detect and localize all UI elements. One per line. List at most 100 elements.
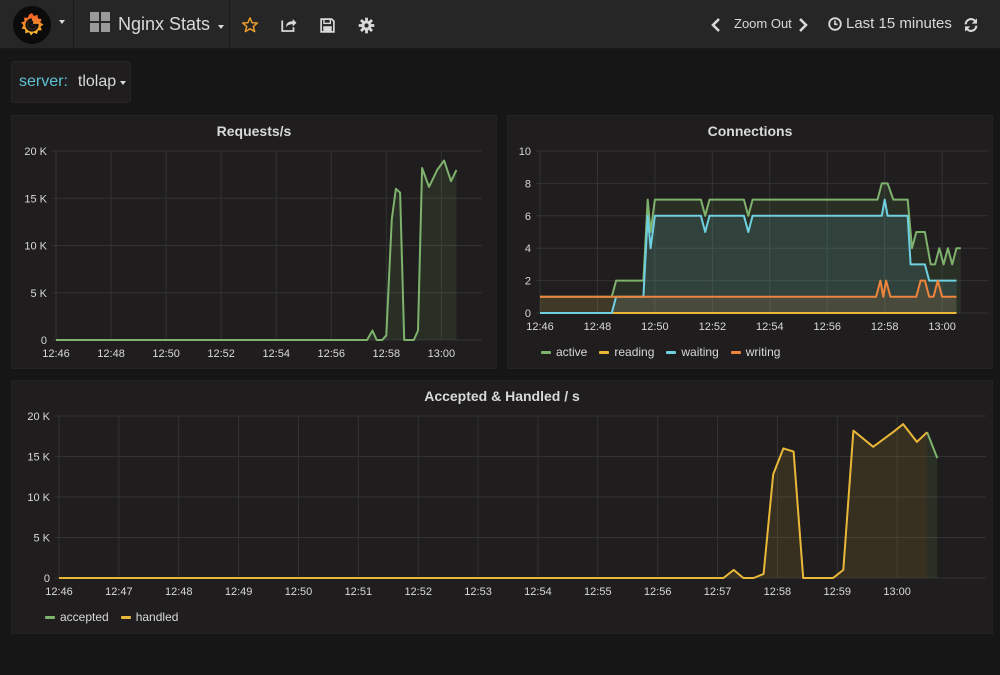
x-tick-label: 12:47 — [105, 586, 133, 598]
dashboard-grid-icon — [90, 12, 110, 37]
legend-swatch — [45, 615, 55, 619]
y-tick-label: 10 K — [27, 492, 50, 504]
y-tick-label: 5 K — [33, 533, 50, 545]
x-tick-label: 13:00 — [883, 586, 911, 598]
y-tick-label: 6 — [525, 211, 531, 223]
x-tick-label: 12:52 — [207, 348, 235, 360]
accepted-handled-chart: 0 5 K 10 K 15 K 20 K 12:46 12:47 12:48 12:49 12:5… — [27, 411, 986, 598]
x-tick-label: 12:58 — [764, 586, 792, 598]
legend-item-handled[interactable]: handled — [120, 610, 179, 624]
time-range-picker[interactable]: Last 15 minutes — [828, 15, 952, 32]
x-tick-label: 12:58 — [871, 321, 899, 333]
x-tick-label: 12:46 — [526, 321, 554, 333]
caret-down-icon — [218, 24, 225, 29]
y-tick-label: 0 — [525, 308, 531, 320]
series-area-requests — [56, 160, 457, 340]
caret-down-icon — [120, 81, 127, 85]
x-tick-label: 12:59 — [824, 586, 852, 598]
save-icon — [319, 17, 335, 33]
share-icon — [281, 19, 297, 32]
legend-label: active — [556, 345, 588, 359]
x-tick-label: 12:56 — [813, 321, 841, 333]
y-tick-label: 20 K — [24, 146, 47, 158]
dashboard-picker[interactable]: Nginx Stats — [76, 0, 230, 49]
x-tick-label: 12:57 — [704, 586, 732, 598]
connections-panel: Connections 0 2 4 6 8 10 12:46 12:48 12:50 12:52 1… — [507, 115, 993, 369]
settings-button[interactable] — [355, 14, 377, 36]
x-tick-label: 12:46 — [45, 586, 73, 598]
x-tick-label: 12:50 — [641, 321, 669, 333]
legend-label: handled — [135, 610, 179, 624]
x-tick-label: 13:00 — [428, 348, 456, 360]
legend-swatch — [120, 615, 131, 619]
legend-item-waiting[interactable]: waiting — [666, 345, 719, 359]
star-icon — [241, 17, 259, 33]
x-tick-label: 12:51 — [345, 586, 373, 598]
share-button[interactable] — [278, 14, 300, 36]
server-variable: server: tlolap — [11, 61, 131, 103]
x-tick-label: 12:48 — [97, 348, 125, 360]
y-tick-label: 8 — [525, 178, 531, 190]
legend-swatch — [730, 350, 741, 354]
x-tick-label: 12:52 — [404, 586, 432, 598]
x-tick-label: 12:55 — [584, 586, 612, 598]
connections-legend: active reading waiting writing — [541, 345, 792, 359]
y-tick-label: 10 K — [24, 241, 47, 253]
legend-item-accepted[interactable]: accepted — [45, 610, 109, 624]
y-tick-label: 2 — [525, 276, 531, 288]
refresh-button[interactable] — [960, 14, 982, 36]
accepted-handled-legend: accepted handled — [45, 610, 190, 624]
server-variable-select[interactable]: tlolap — [78, 73, 116, 91]
y-tick-label: 4 — [525, 243, 531, 255]
requests-chart: 0 5 K 10 K 15 K 20 K 12:46 12:48 12:50 12:52 12:5… — [24, 146, 482, 360]
legend-label: writing — [745, 345, 781, 359]
grafana-menu-button[interactable] — [0, 0, 74, 49]
x-tick-label: 12:56 — [644, 586, 672, 598]
accepted-handled-panel: Accepted & Handled / s 05 K 10 K 15 K 20 K1… — [11, 380, 993, 634]
y-tick-label: 15 K — [27, 452, 50, 464]
clock-icon — [828, 16, 842, 31]
grafana-logo-icon — [13, 5, 51, 44]
top-navbar: Nginx Stats Zoom Out Last 15 minutes — [0, 0, 1000, 49]
legend-swatch — [666, 350, 677, 354]
chevron-right-icon — [799, 18, 808, 32]
legend-label: accepted — [60, 610, 109, 624]
y-tick-label: 0 — [44, 573, 50, 585]
x-tick-label: 12:50 — [285, 586, 313, 598]
legend-item-writing[interactable]: writing — [730, 345, 781, 359]
save-button[interactable] — [316, 14, 338, 36]
time-range-label: Last 15 minutes — [846, 15, 952, 32]
server-variable-label: server: — [19, 73, 68, 90]
y-tick-label: 0 — [41, 335, 47, 347]
legend-item-active[interactable]: active — [541, 345, 587, 359]
time-back-button[interactable] — [705, 14, 727, 36]
x-tick-label: 12:54 — [524, 586, 552, 598]
legend-swatch — [541, 350, 551, 354]
requests-panel: Requests/s 05 K 10 K 15 K 20 K 12:46 12:48 12:… — [11, 115, 497, 369]
x-tick-label: 13:00 — [928, 321, 956, 333]
connections-chart: 0 2 4 6 8 10 12:46 12:48 12:50 12:52 12:54 12:56 12:… — [519, 146, 988, 333]
x-tick-label: 12:54 — [756, 321, 784, 333]
legend-item-reading[interactable]: reading — [599, 345, 654, 359]
legend-swatch — [599, 350, 610, 354]
x-tick-label: 12:54 — [262, 348, 290, 360]
x-tick-label: 12:53 — [464, 586, 492, 598]
y-tick-label: 20 K — [27, 411, 50, 423]
y-tick-label: 10 — [519, 146, 531, 158]
legend-label: reading — [614, 345, 655, 359]
x-tick-label: 12:48 — [584, 321, 612, 333]
caret-down-icon — [59, 19, 65, 24]
x-tick-label: 12:52 — [699, 321, 727, 333]
time-forward-button[interactable] — [792, 14, 814, 36]
x-tick-label: 12:48 — [165, 586, 193, 598]
gear-icon — [358, 17, 374, 33]
x-tick-label: 12:56 — [317, 348, 345, 360]
legend-label: waiting — [681, 345, 719, 359]
chevron-left-icon — [711, 18, 720, 32]
y-tick-label: 5 K — [30, 288, 47, 300]
y-tick-label: 15 K — [24, 193, 47, 205]
x-tick-label: 12:46 — [42, 348, 70, 360]
star-button[interactable] — [239, 14, 261, 36]
x-tick-label: 12:50 — [152, 348, 180, 360]
zoom-out-button[interactable]: Zoom Out — [734, 16, 792, 31]
